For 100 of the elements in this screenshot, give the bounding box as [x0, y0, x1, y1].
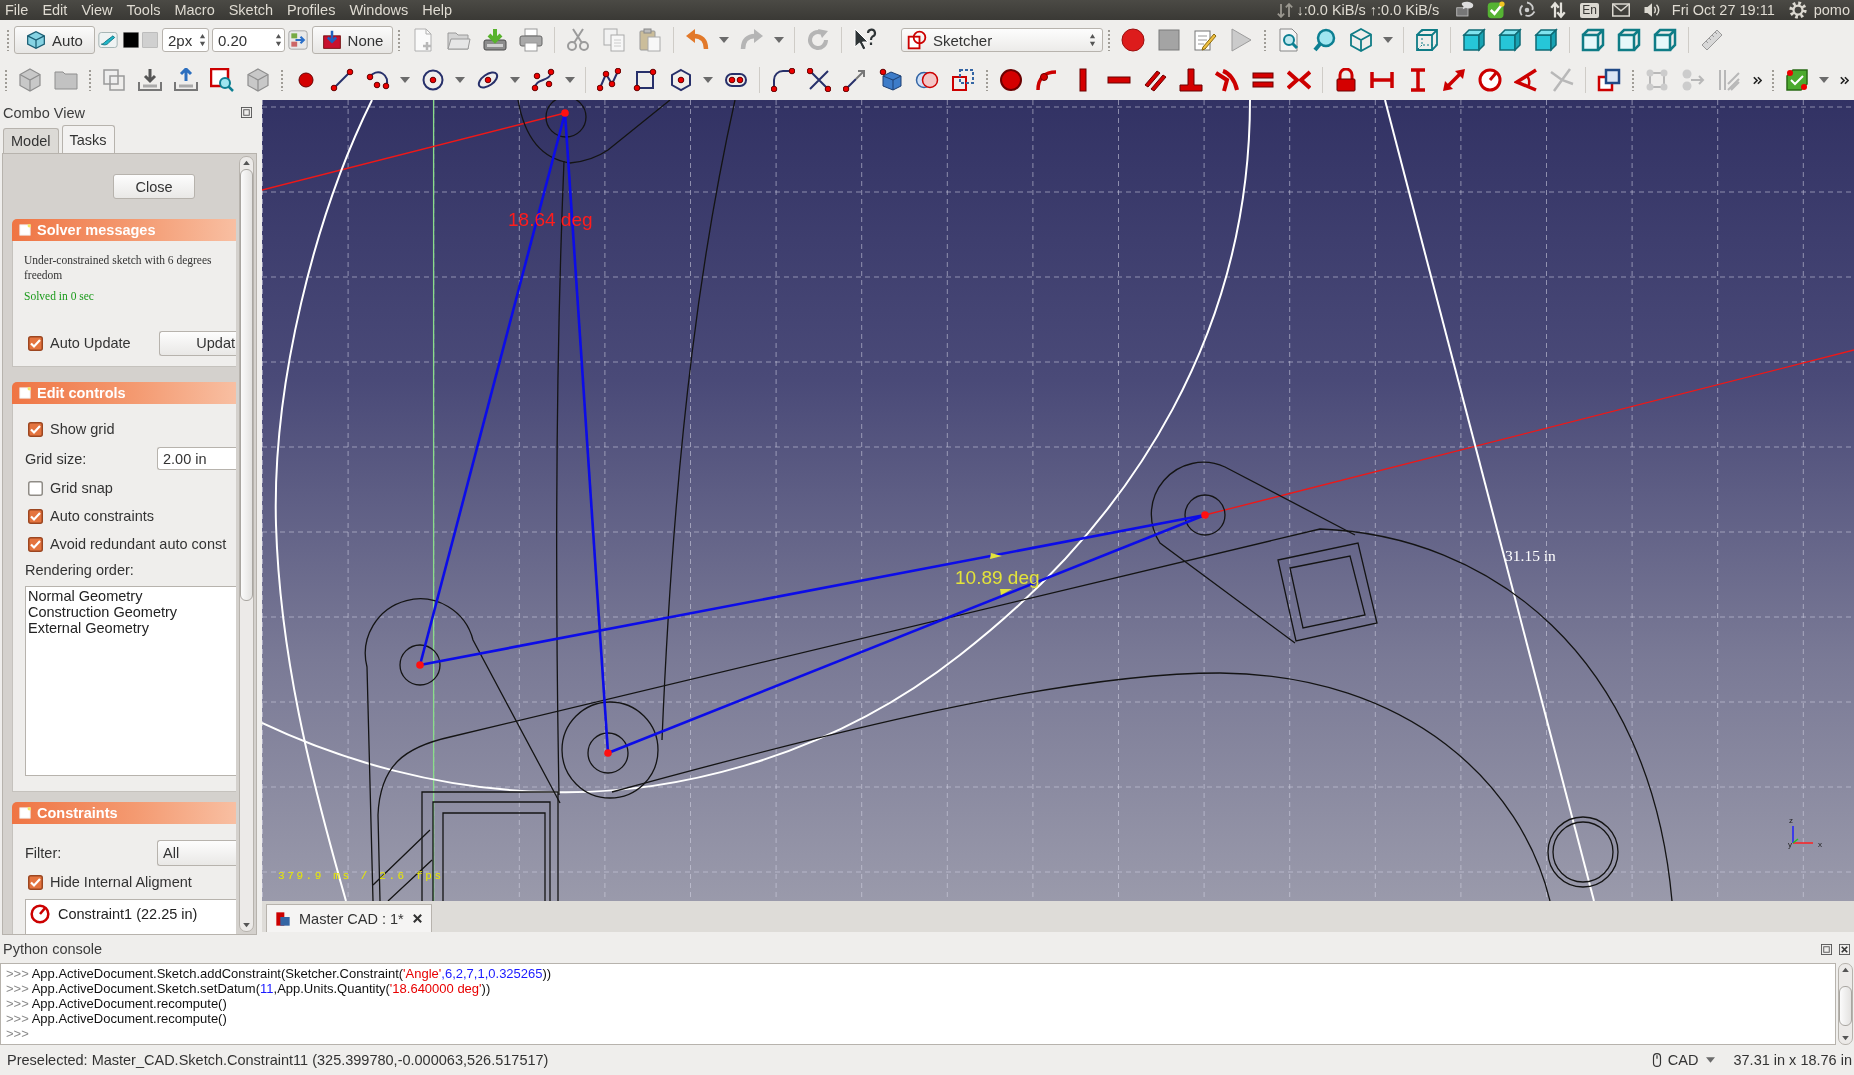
tangent-constraint-icon[interactable]	[1215, 68, 1239, 92]
document-tab[interactable]: Master CAD : 1*	[266, 904, 432, 932]
construction-toggle-icon[interactable]	[1597, 68, 1621, 92]
perpendicular-constraint-icon[interactable]	[1179, 68, 1203, 92]
toolbar-handle[interactable]	[1631, 69, 1635, 91]
checkbox-label[interactable]: Avoid redundant auto const	[50, 536, 227, 552]
constraint-list[interactable]: Constraint1 (22.25 in)	[25, 899, 236, 934]
scrollbar-track[interactable]	[1838, 963, 1853, 1045]
check-badge-icon[interactable]	[1486, 1, 1505, 19]
extend-icon[interactable]	[843, 68, 867, 92]
list-item[interactable]: External Geometry	[28, 620, 149, 636]
dimension-label[interactable]: 31.15 in	[1505, 547, 1556, 564]
checkbox[interactable]	[28, 874, 43, 890]
mail-icon[interactable]	[1612, 1, 1631, 19]
point-size-spinbox[interactable]: 0.20	[212, 28, 285, 52]
record-icon[interactable]	[1121, 28, 1145, 52]
float-panel-icon[interactable]	[1821, 943, 1832, 955]
dropdown-caret-icon[interactable]	[703, 77, 713, 83]
checkbox-label[interactable]: Hide Internal Aligment	[50, 874, 192, 890]
python-console[interactable]	[0, 963, 1836, 1045]
checkbox-label[interactable]: Auto constraints	[50, 508, 154, 524]
dropdown-caret-icon[interactable]	[719, 37, 729, 43]
section-view-icon[interactable]	[210, 68, 234, 92]
wireframe-cube-icon[interactable]	[1415, 28, 1439, 52]
menu-item[interactable]: Edit	[35, 1, 75, 19]
scroll-down-icon[interactable]	[243, 923, 250, 928]
scrollbar-track[interactable]	[239, 156, 254, 932]
menu-item[interactable]: Tools	[119, 1, 168, 19]
line-color-swatch-icon[interactable]	[122, 32, 139, 48]
dropdown-caret-icon[interactable]	[565, 77, 575, 83]
stop-icon[interactable]	[1157, 28, 1181, 52]
cube-outline-icon[interactable]	[1617, 28, 1641, 52]
cube-outline-icon[interactable]	[1653, 28, 1677, 52]
spin-arrows-icon[interactable]	[275, 33, 282, 47]
keyboard-layout-indicator[interactable]: En	[1580, 2, 1599, 18]
dropdown-caret-icon[interactable]	[510, 77, 520, 83]
macro-editor-icon[interactable]	[1193, 28, 1217, 52]
checkbox[interactable]	[28, 508, 43, 524]
input-field[interactable]: 2.00 in	[157, 447, 236, 470]
update-button[interactable]: Updat	[159, 330, 236, 356]
menu-item[interactable]: Help	[415, 1, 460, 19]
whats-this-icon[interactable]	[853, 28, 877, 52]
clock[interactable]: Fri Oct 27 19:11	[1671, 1, 1775, 19]
scrollbar-thumb[interactable]	[240, 169, 253, 601]
dropdown-caret-icon[interactable]	[455, 77, 465, 83]
network-arrows-icon[interactable]	[1277, 2, 1294, 18]
scroll-down-icon[interactable]	[1842, 1036, 1849, 1041]
chat-monitor-icon[interactable]	[1455, 1, 1474, 19]
dropdown-caret-icon[interactable]	[1819, 77, 1829, 83]
checkbox[interactable]	[28, 335, 43, 351]
arrow-into-box-icon[interactable]	[288, 30, 308, 50]
toolbar-handle[interactable]	[985, 69, 989, 91]
isometric-cube-icon[interactable]	[1349, 28, 1373, 52]
list-item[interactable]: Construction Geometry	[28, 604, 178, 620]
toolbar-handle[interactable]	[1263, 29, 1267, 51]
curve-point-icon[interactable]	[1035, 68, 1059, 92]
cube-outline-icon[interactable]	[1581, 28, 1605, 52]
dot-icon[interactable]	[999, 68, 1023, 92]
import-icon[interactable]	[138, 68, 162, 92]
polyline-icon[interactable]	[597, 68, 621, 92]
fit-all-icon[interactable]	[1277, 28, 1301, 52]
save-icon[interactable]	[483, 28, 507, 52]
checkbox-label[interactable]: Show grid	[50, 421, 115, 437]
dimension-label[interactable]: 10.89 deg	[955, 567, 1040, 588]
crossed-lines-icon[interactable]	[807, 68, 831, 92]
external-geometry-icon[interactable]	[879, 68, 903, 92]
menu-item[interactable]: View	[74, 1, 120, 19]
scrollbar-thumb[interactable]	[1839, 986, 1852, 1026]
dropdown-caret-icon[interactable]	[774, 37, 784, 43]
panel-tab[interactable]: Tasks	[61, 125, 115, 153]
menu-item[interactable]: Profiles	[280, 1, 343, 19]
arc-icon[interactable]	[366, 68, 390, 92]
toolbar-handle[interactable]	[397, 29, 401, 51]
transfer-arrows-icon[interactable]	[1548, 1, 1567, 19]
checkbox-label[interactable]: Auto Update	[50, 335, 131, 351]
angle-icon[interactable]	[1514, 68, 1538, 92]
workbench-dropdown[interactable]: Sketcher	[901, 28, 1103, 52]
menu-item[interactable]: Macro	[167, 1, 222, 19]
rendering-order-list[interactable]: Normal Geometry Construction Geometry External Geometry	[25, 586, 236, 776]
export-icon[interactable]	[174, 68, 198, 92]
box-icon[interactable]	[246, 68, 270, 92]
checkbox[interactable]	[28, 536, 43, 552]
list-item[interactable]: Constraint1 (22.25 in)	[58, 906, 198, 922]
float-panel-icon[interactable]	[241, 107, 252, 118]
brush-icon[interactable]	[98, 30, 118, 50]
menu-item[interactable]: Windows	[342, 1, 416, 19]
checkbox-label[interactable]: Grid snap	[50, 480, 113, 496]
panel-tab[interactable]: Model	[3, 128, 59, 153]
hexagon-icon[interactable]	[669, 68, 693, 92]
close-button[interactable]: Close	[113, 174, 195, 199]
toolbar-handle[interactable]	[1107, 29, 1111, 51]
more-icon[interactable]	[1753, 74, 1762, 86]
more-icon[interactable]	[1840, 74, 1849, 86]
zoom-icon[interactable]	[1313, 28, 1337, 52]
dropdown-caret-icon[interactable]	[1383, 37, 1393, 43]
lock-icon[interactable]	[1334, 68, 1358, 92]
filter-dropdown[interactable]: All	[157, 839, 236, 866]
bspline-icon[interactable]	[531, 68, 555, 92]
radius-icon[interactable]	[1478, 68, 1502, 92]
symmetric-constraint-icon[interactable]	[1287, 68, 1311, 92]
